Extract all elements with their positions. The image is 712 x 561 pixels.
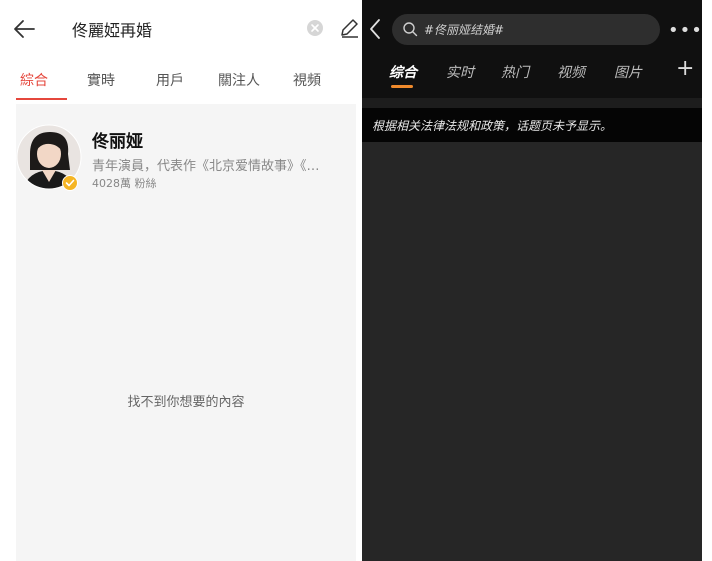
results-area: 佟丽娅 青年演員，代表作《北京爱情故事》《… 4028萬 粉絲 找不到你想要的內… bbox=[16, 104, 356, 561]
search-header: 佟麗婭再婚 綜合 實時 用戶 關注人 視頻 bbox=[0, 0, 358, 100]
topic-search-bar[interactable]: #佟丽娅结婚# bbox=[392, 14, 660, 45]
search-input[interactable]: 佟麗婭再婚 bbox=[72, 17, 152, 41]
add-tab-icon[interactable]: + bbox=[676, 56, 694, 81]
tab-following[interactable]: 關注人 bbox=[218, 70, 260, 90]
more-options-icon[interactable]: ••• bbox=[668, 20, 702, 41]
user-name[interactable]: 佟丽娅 bbox=[92, 127, 143, 152]
tab-images[interactable]: 图片 bbox=[614, 62, 642, 82]
result-tabs: 綜合 實時 用戶 關注人 視頻 bbox=[0, 60, 358, 100]
notice-text: 根据相关法律法规和政策，话题页未予显示。 bbox=[372, 119, 613, 133]
search-icon bbox=[403, 22, 418, 37]
tab-realtime[interactable]: 實時 bbox=[87, 70, 115, 90]
edit-icon[interactable] bbox=[338, 17, 358, 39]
tab-users[interactable]: 用戶 bbox=[156, 70, 184, 90]
active-tab-indicator bbox=[391, 85, 413, 88]
active-tab-indicator bbox=[16, 98, 67, 100]
tab-videos[interactable]: 视频 bbox=[557, 62, 585, 82]
back-arrow-icon[interactable] bbox=[12, 16, 38, 42]
left-screen: 佟麗婭再婚 綜合 實時 用戶 關注人 視頻 佟丽娅 青年演員，代表作《北京爱情故… bbox=[0, 0, 358, 561]
tab-hot[interactable]: 热门 bbox=[501, 62, 529, 82]
tab-realtime[interactable]: 实时 bbox=[446, 62, 474, 82]
topic-search-input[interactable]: #佟丽娅结婚# bbox=[424, 21, 504, 38]
back-chevron-icon[interactable] bbox=[368, 18, 382, 40]
censorship-notice: 根据相关法律法规和政策，话题页未予显示。 bbox=[362, 108, 702, 142]
clear-search-icon[interactable] bbox=[307, 20, 323, 36]
user-fans-count: 4028萬 粉絲 bbox=[92, 177, 157, 190]
tab-videos[interactable]: 視頻 bbox=[293, 70, 321, 90]
user-description: 青年演員，代表作《北京爱情故事》《… bbox=[92, 159, 320, 174]
dark-header: #佟丽娅结婚# ••• 综合 实时 热门 视频 图片 + bbox=[362, 0, 702, 98]
empty-state-message: 找不到你想要的內容 bbox=[127, 395, 245, 410]
divider bbox=[362, 98, 702, 108]
tab-comprehensive[interactable]: 综合 bbox=[389, 62, 417, 82]
right-screen: #佟丽娅结婚# ••• 综合 实时 热门 视频 图片 + 根据相关法律法规和政策… bbox=[362, 0, 702, 561]
verified-badge-icon bbox=[62, 175, 78, 191]
tab-comprehensive[interactable]: 綜合 bbox=[20, 70, 48, 90]
